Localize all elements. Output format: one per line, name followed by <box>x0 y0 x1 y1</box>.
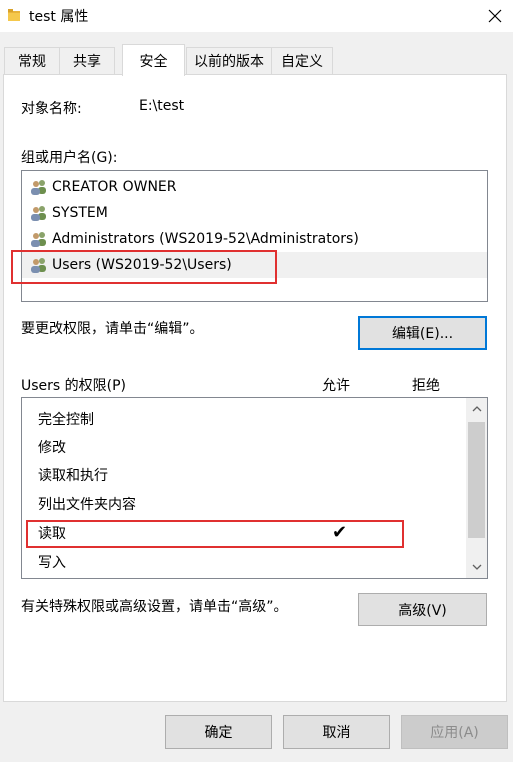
deny-header: 拒绝 <box>412 378 440 394</box>
chevron-down-icon <box>472 564 481 570</box>
list-item[interactable]: CREATOR OWNER <box>22 174 487 200</box>
list-item[interactable]: SYSTEM <box>22 200 487 226</box>
folder-icon <box>7 8 21 22</box>
advanced-button[interactable]: 高级(V) <box>358 593 487 626</box>
edit-button[interactable]: 编辑(E)... <box>358 316 487 350</box>
object-name-value: E:\test <box>139 98 185 114</box>
groups-label: 组或用户名(G): <box>21 150 118 166</box>
tab-security[interactable]: 安全 <box>122 44 185 76</box>
scroll-down-button[interactable] <box>466 556 487 578</box>
ok-button[interactable]: 确定 <box>165 715 272 749</box>
users-icon <box>30 179 48 195</box>
permission-row: 完全控制 <box>38 412 94 428</box>
cancel-button[interactable]: 取消 <box>283 715 390 749</box>
permission-row: 写入 <box>38 555 66 571</box>
group-name: CREATOR OWNER <box>52 179 177 195</box>
permission-row: 列出文件夹内容 <box>38 497 136 513</box>
edit-hint: 要更改权限，请单击“编辑”。 <box>21 321 204 337</box>
group-name: SYSTEM <box>52 205 108 221</box>
permissions-list[interactable]: 完全控制 修改 读取和执行 列出文件夹内容 读取 写入 ✔ <box>21 397 488 579</box>
highlight-read-row <box>26 520 404 548</box>
list-item[interactable]: Administrators (WS2019-52\Administrators… <box>22 226 487 252</box>
close-button[interactable] <box>482 4 508 28</box>
close-icon <box>488 9 502 23</box>
scrollbar[interactable] <box>466 398 487 578</box>
scroll-thumb[interactable] <box>468 422 485 538</box>
tab-sharing[interactable]: 共享 <box>59 47 115 74</box>
object-name-label: 对象名称: <box>21 101 82 117</box>
highlight-users-row <box>11 250 277 284</box>
title-bar: test 属性 <box>0 0 513 32</box>
chevron-up-icon <box>472 406 481 412</box>
permission-row: 读取和执行 <box>38 468 108 484</box>
permissions-label: Users 的权限(P) <box>21 378 127 394</box>
scroll-up-button[interactable] <box>466 398 487 420</box>
apply-button[interactable]: 应用(A) <box>401 715 508 749</box>
permission-row: 修改 <box>38 440 66 456</box>
advanced-hint: 有关特殊权限或高级设置，请单击“高级”。 <box>21 599 288 615</box>
window-title: test 属性 <box>29 9 89 25</box>
users-icon <box>30 231 48 247</box>
allow-header: 允许 <box>322 378 350 394</box>
users-icon <box>30 205 48 221</box>
tab-general[interactable]: 常规 <box>4 47 60 74</box>
tab-customize[interactable]: 自定义 <box>271 47 333 74</box>
group-name: Administrators (WS2019-52\Administrators… <box>52 231 359 247</box>
tab-previous-versions[interactable]: 以前的版本 <box>186 47 272 74</box>
